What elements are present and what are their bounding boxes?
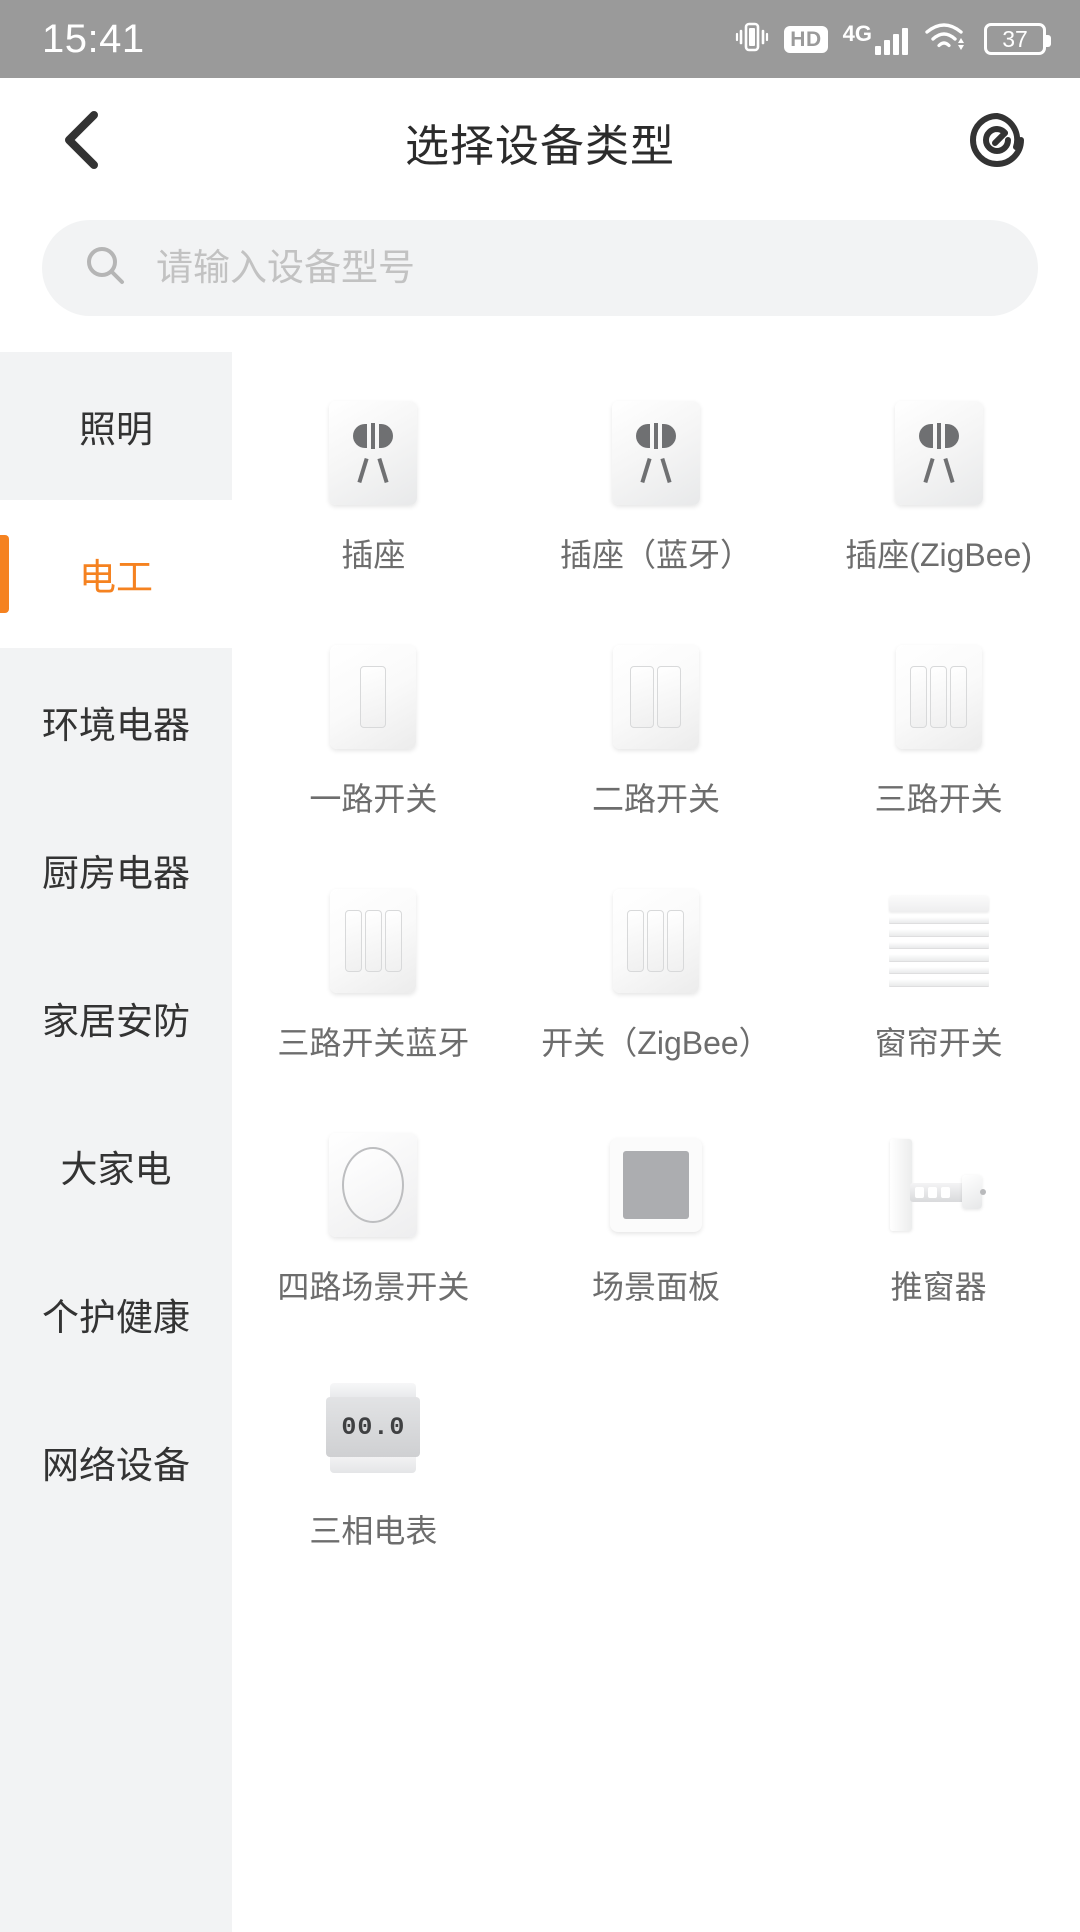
search-section [0, 206, 1080, 352]
network-type-label: 4G [842, 21, 872, 46]
search-box[interactable] [42, 220, 1038, 316]
socket-zigbee-icon [880, 394, 998, 512]
app-bar: 选择设备类型 [0, 78, 1080, 206]
device-label: 场景面板 [591, 1269, 720, 1305]
device-grid: 插座 插座（蓝牙） 插座(ZigBee) 一路开关 二路开关 三路开关 三路开关… [232, 352, 1080, 1932]
device-label: 四路场景开关 [277, 1269, 470, 1305]
device-item-scene-switch-4gang[interactable]: 四路场景开关 [232, 1102, 515, 1346]
search-input[interactable] [156, 220, 998, 316]
sidebar-item-label: 大家电 [60, 1149, 172, 1190]
battery-level: 37 [1002, 25, 1028, 52]
status-time: 15:41 [42, 16, 145, 61]
sidebar-item-label: 电工 [79, 557, 153, 598]
scan-button[interactable] [954, 99, 1040, 185]
device-item-switch-3gang[interactable]: 三路开关 [797, 614, 1080, 858]
device-item-socket-zigbee[interactable]: 插座(ZigBee) [797, 370, 1080, 614]
device-label: 窗帘开关 [874, 1025, 1003, 1061]
sidebar-item-large-appliances[interactable]: 大家电 [0, 1092, 232, 1240]
device-label: 二路开关 [591, 781, 720, 817]
device-label: 一路开关 [309, 781, 438, 817]
sidebar-item-home-security[interactable]: 家居安防 [0, 944, 232, 1092]
device-item-scene-panel[interactable]: 场景面板 [515, 1102, 798, 1346]
status-icons: HD 4G 37 [735, 20, 1051, 59]
device-item-switch-zigbee[interactable]: 开关（ZigBee） [515, 858, 798, 1102]
device-label: 插座 [341, 537, 406, 573]
scene-switch-4gang-icon [314, 1126, 432, 1244]
device-item-window-opener[interactable]: 推窗器 [797, 1102, 1080, 1346]
sidebar-item-label: 家居安防 [42, 1001, 190, 1042]
curtain-switch-icon [880, 882, 998, 1000]
scan-spiral-icon [964, 107, 1030, 178]
device-label: 插座（蓝牙） [559, 537, 752, 573]
device-label: 插座(ZigBee) [845, 537, 1033, 573]
window-opener-icon [880, 1126, 998, 1244]
device-item-switch-2gang[interactable]: 二路开关 [515, 614, 798, 858]
meter-display: 00.0 [341, 1412, 406, 1442]
category-sidebar[interactable]: 照明 电工 环境电器 厨房电器 家居安防 大家电 个护健康 网络设备 [0, 352, 232, 1932]
battery-icon: 37 [984, 23, 1051, 55]
switch-zigbee-icon [597, 882, 715, 1000]
device-label: 开关（ZigBee） [541, 1025, 771, 1061]
device-item-switch-3gang-bluetooth[interactable]: 三路开关蓝牙 [232, 858, 515, 1102]
device-item-curtain-switch[interactable]: 窗帘开关 [797, 858, 1080, 1102]
vibrate-icon [735, 20, 769, 59]
device-label: 三路开关 [874, 781, 1003, 817]
device-item-three-phase-meter[interactable]: 00.0 三相电表 [232, 1346, 515, 1590]
switch-2gang-icon [597, 638, 715, 756]
sidebar-item-environment-appliances[interactable]: 环境电器 [0, 648, 232, 796]
sidebar-item-label: 网络设备 [42, 1445, 190, 1486]
hd-icon: HD [784, 25, 828, 53]
device-label: 推窗器 [890, 1269, 987, 1305]
sidebar-item-electrical[interactable]: 电工 [0, 500, 232, 648]
sidebar-item-label: 个护健康 [42, 1297, 190, 1338]
wifi-icon [923, 20, 965, 59]
socket-bluetooth-icon [597, 394, 715, 512]
device-item-socket[interactable]: 插座 [232, 370, 515, 614]
socket-icon [314, 394, 432, 512]
sidebar-item-label: 环境电器 [42, 705, 190, 746]
back-button[interactable] [40, 99, 126, 185]
sidebar-item-label: 照明 [79, 409, 153, 450]
status-bar: 15:41 HD 4G 37 [0, 0, 1080, 78]
scene-panel-icon [597, 1126, 715, 1244]
switch-1gang-icon [314, 638, 432, 756]
sidebar-item-kitchen-appliances[interactable]: 厨房电器 [0, 796, 232, 944]
page-title: 选择设备类型 [405, 122, 675, 171]
chevron-left-icon [58, 109, 108, 176]
device-item-switch-1gang[interactable]: 一路开关 [232, 614, 515, 858]
device-item-socket-bluetooth[interactable]: 插座（蓝牙） [515, 370, 798, 614]
sidebar-item-personal-health[interactable]: 个护健康 [0, 1240, 232, 1388]
content-area: 照明 电工 环境电器 厨房电器 家居安防 大家电 个护健康 网络设备 插座 插座… [0, 352, 1080, 1932]
device-label: 三相电表 [309, 1513, 438, 1549]
search-icon [82, 242, 130, 295]
sidebar-item-network-devices[interactable]: 网络设备 [0, 1388, 232, 1536]
switch-3gang-icon [880, 638, 998, 756]
switch-3gang-bluetooth-icon [314, 882, 432, 1000]
three-phase-meter-icon: 00.0 [314, 1370, 432, 1488]
sidebar-item-lighting[interactable]: 照明 [0, 352, 232, 500]
signal-bars [875, 28, 908, 55]
device-label: 三路开关蓝牙 [277, 1025, 470, 1061]
signal-icon: 4G [843, 23, 908, 55]
sidebar-item-label: 厨房电器 [42, 853, 190, 894]
